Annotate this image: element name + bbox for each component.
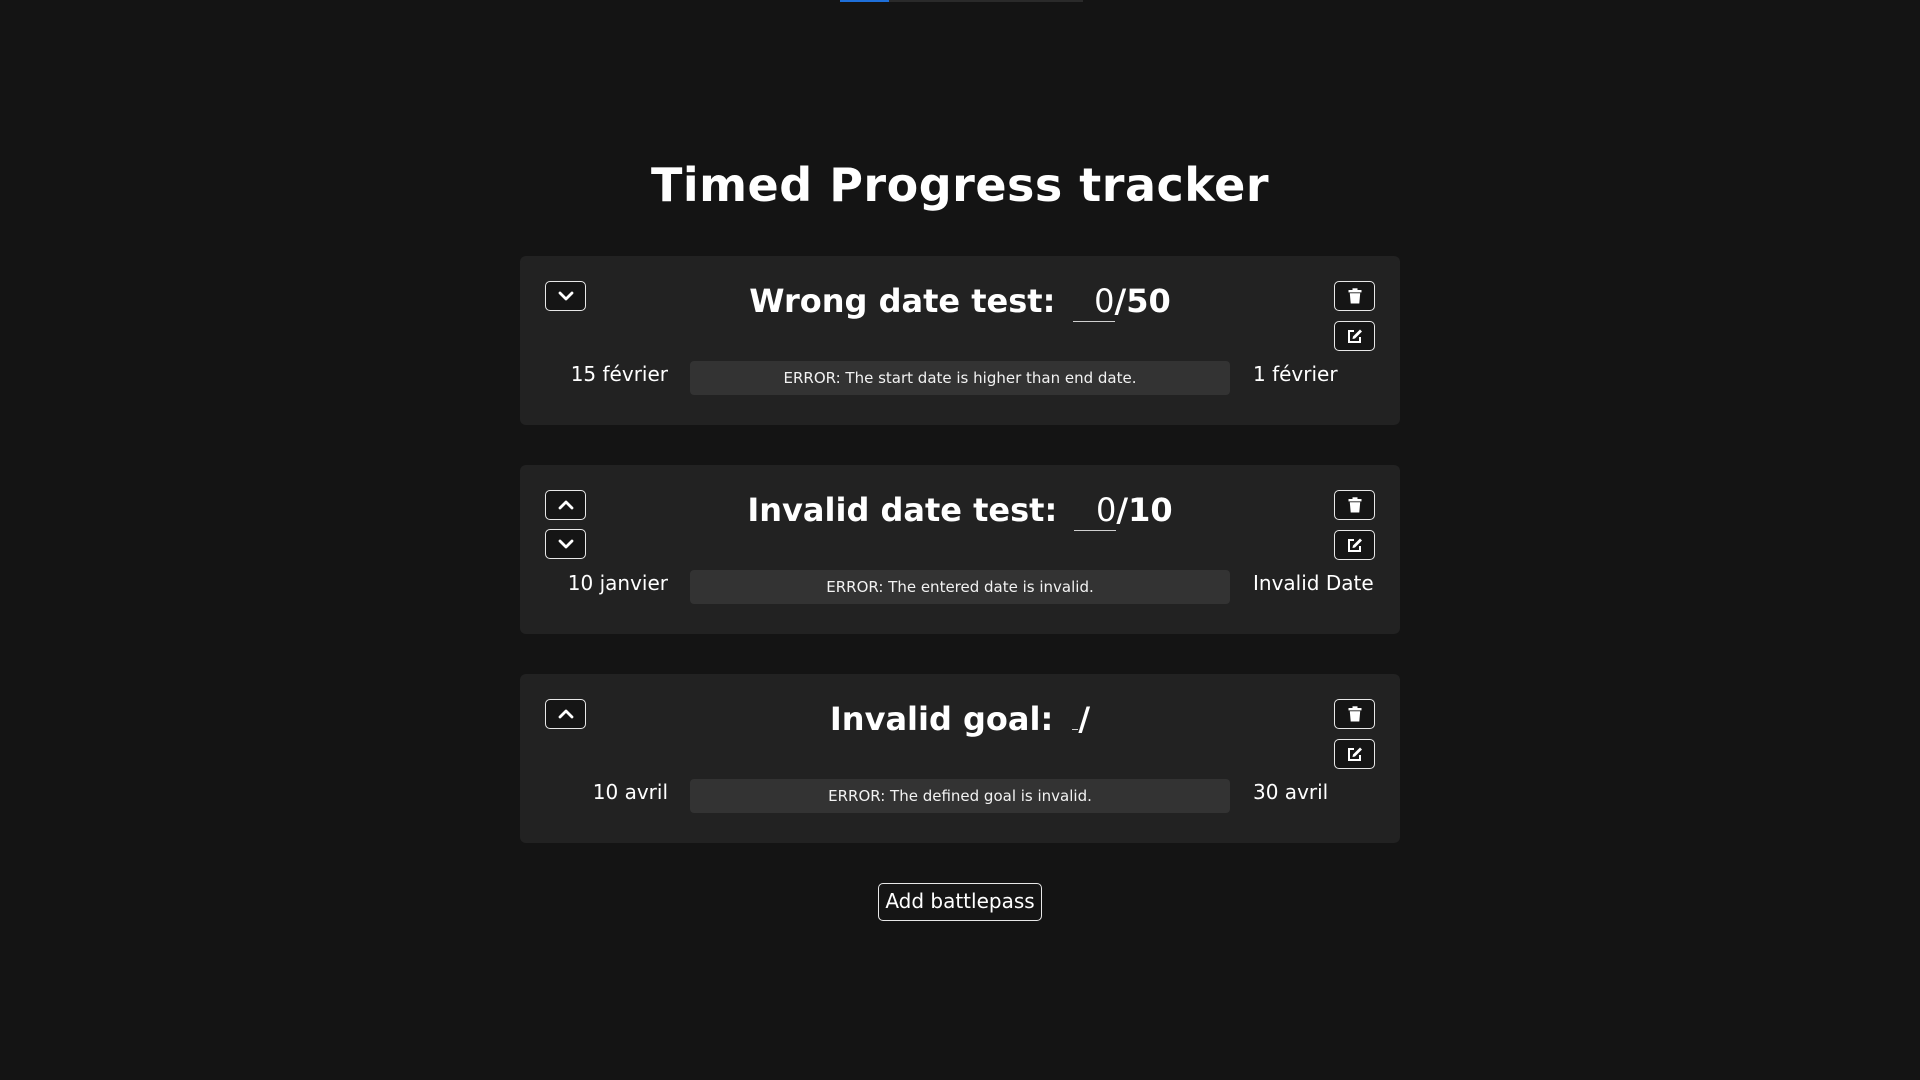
edit-button[interactable] bbox=[1334, 321, 1375, 351]
edit-button[interactable] bbox=[1334, 739, 1375, 769]
tracker-goal: /10 bbox=[1116, 491, 1173, 529]
start-date: 10 janvier bbox=[567, 571, 668, 595]
edit-icon bbox=[1347, 329, 1362, 343]
end-date: Invalid Date bbox=[1253, 571, 1374, 595]
progress-bar: ERROR: The entered date is invalid. bbox=[690, 570, 1230, 604]
progress-bar: ERROR: The start date is higher than end… bbox=[690, 361, 1230, 395]
tracker-goal: /50 bbox=[1114, 282, 1171, 320]
edit-button[interactable] bbox=[1334, 530, 1375, 560]
tracker-card: Invalid goal: / 10 avril ERROR: The defi… bbox=[520, 674, 1400, 843]
tracker-goal: / bbox=[1078, 700, 1091, 738]
page-title: Timed Progress tracker bbox=[650, 158, 1270, 212]
top-tab-indicator bbox=[840, 0, 1083, 2]
tracker-name: Invalid goal: bbox=[829, 700, 1054, 738]
end-date: 1 février bbox=[1253, 362, 1338, 386]
tracker-card: Invalid date test: 0/10 10 janvier ERROR… bbox=[520, 465, 1400, 634]
start-date: 15 février bbox=[570, 362, 668, 386]
delete-button[interactable] bbox=[1334, 281, 1375, 311]
end-date: 30 avril bbox=[1253, 780, 1329, 804]
tracker-title: Invalid goal: / bbox=[520, 694, 1400, 744]
trash-icon bbox=[1348, 497, 1361, 513]
trash-icon bbox=[1348, 288, 1361, 304]
tracker-name: Invalid date test: bbox=[747, 491, 1058, 529]
progress-input[interactable]: 0 bbox=[1074, 490, 1117, 531]
progress-input[interactable]: 0 bbox=[1072, 281, 1115, 322]
tracker-card: Wrong date test: 0/50 15 février ERROR: … bbox=[520, 256, 1400, 425]
tracker-name: Wrong date test: bbox=[749, 282, 1056, 320]
tracker-title: Invalid date test: 0/10 bbox=[520, 485, 1400, 535]
edit-icon bbox=[1347, 538, 1362, 552]
progress-bar: ERROR: The defined goal is invalid. bbox=[690, 779, 1230, 813]
start-date: 10 avril bbox=[592, 780, 668, 804]
trash-icon bbox=[1348, 706, 1361, 722]
chevron-down-icon bbox=[558, 539, 573, 549]
delete-button[interactable] bbox=[1334, 699, 1375, 729]
active-tab-marker bbox=[840, 0, 889, 2]
delete-button[interactable] bbox=[1334, 490, 1375, 520]
tracker-title: Wrong date test: 0/50 bbox=[520, 276, 1400, 326]
edit-icon bbox=[1347, 747, 1362, 761]
add-battlepass-button[interactable]: Add battlepass bbox=[878, 883, 1042, 921]
